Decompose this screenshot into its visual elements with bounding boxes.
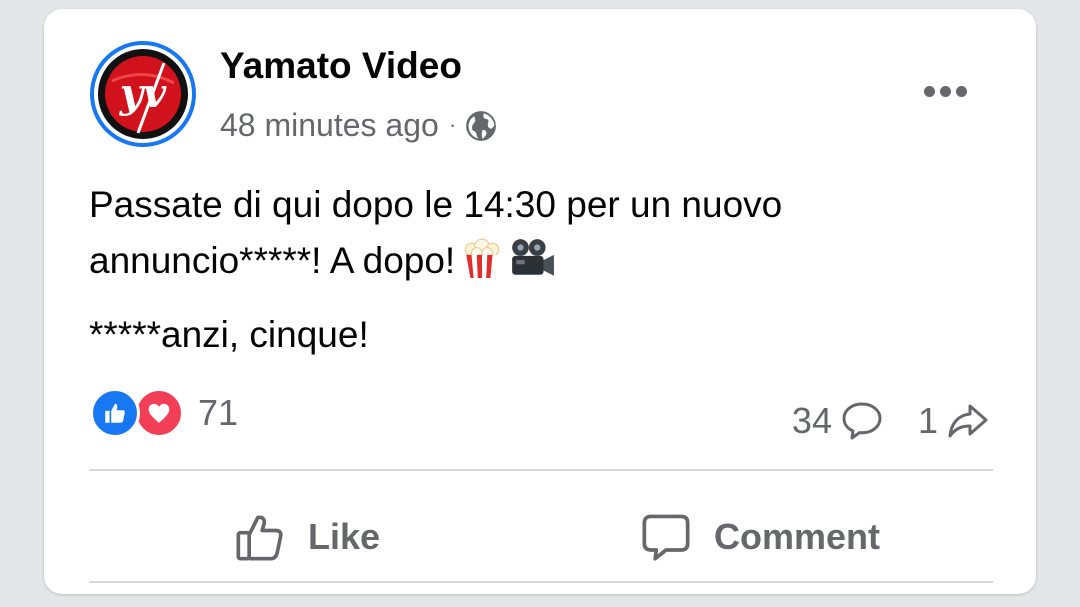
more-options-button[interactable]	[914, 75, 976, 107]
reactions-summary[interactable]: 71	[90, 385, 238, 441]
engagement-counts: 34 1	[792, 393, 990, 449]
more-dot-icon	[939, 85, 951, 97]
post-card: yv Yamato Video 48 minutes ago · Passate…	[44, 9, 1036, 594]
post-paragraph: Passate di qui dopo le 14:30 per un nuov…	[89, 177, 989, 289]
yamato-logo-icon: yv	[98, 49, 188, 139]
page-name[interactable]: Yamato Video	[220, 45, 462, 87]
comments-count-link[interactable]: 34	[792, 400, 884, 442]
comment-icon	[642, 514, 690, 561]
shares-count-link[interactable]: 1	[918, 400, 990, 442]
post-timestamp[interactable]: 48 minutes ago	[220, 107, 439, 144]
thumbs-up-icon	[236, 515, 283, 561]
movie-camera-icon	[512, 239, 555, 276]
like-button-label: Like	[308, 516, 381, 557]
reaction-count: 71	[198, 392, 239, 433]
like-reaction-icon	[90, 388, 140, 438]
comment-icon	[842, 402, 882, 440]
like-button[interactable]: Like	[234, 505, 380, 569]
share-count: 1	[917, 400, 938, 441]
comment-button[interactable]: Comment	[640, 505, 880, 569]
more-dot-icon	[923, 85, 935, 97]
post-text: Passate di qui dopo le 14:30 per un nuov…	[89, 177, 989, 363]
page-avatar[interactable]: yv	[90, 41, 196, 147]
post-meta: 48 minutes ago ·	[220, 105, 498, 145]
share-icon	[948, 404, 988, 438]
comment-button-label: Comment	[714, 516, 881, 557]
globe-icon	[466, 111, 497, 141]
post-text-line2: *****anzi, cinque!	[89, 314, 369, 355]
comment-count: 34	[791, 400, 832, 441]
popcorn-icon	[464, 238, 500, 278]
divider	[89, 581, 993, 583]
meta-separator: ·	[448, 112, 457, 137]
love-reaction-icon	[134, 388, 184, 438]
more-dot-icon	[955, 85, 967, 97]
post-text-line1: Passate di qui dopo le 14:30 per un nuov…	[89, 184, 783, 281]
divider	[89, 469, 993, 471]
